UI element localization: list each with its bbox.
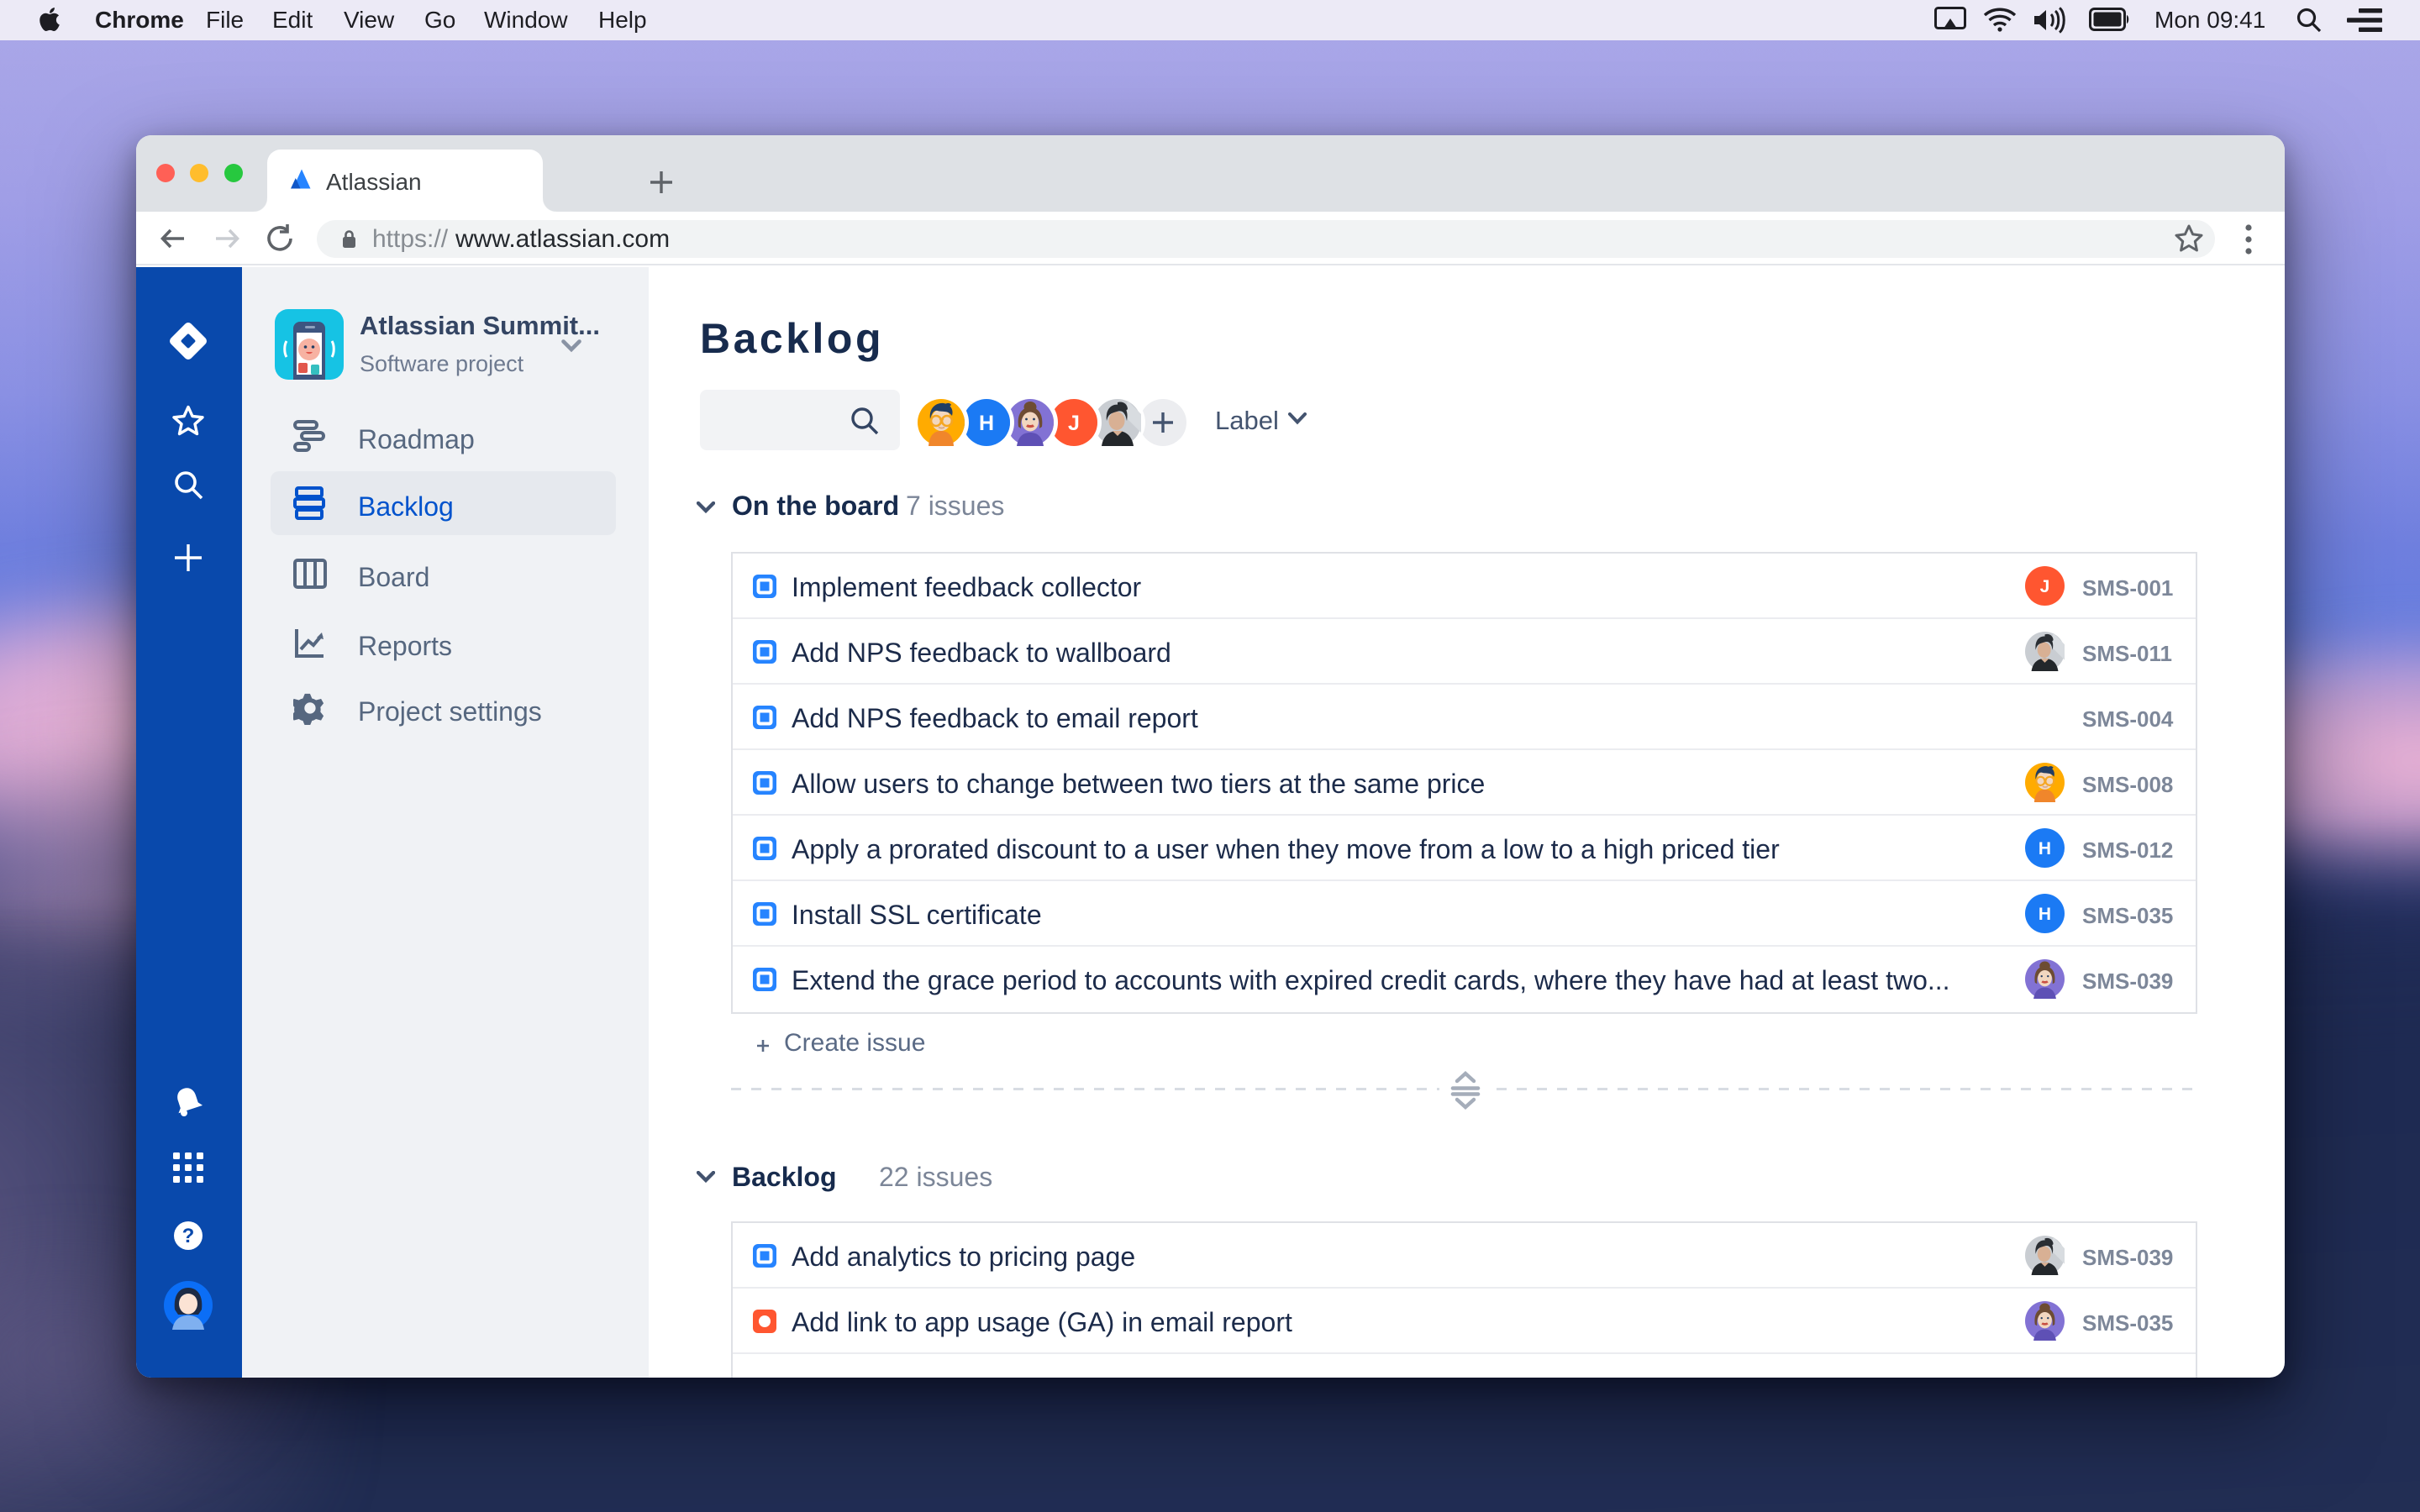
svg-text:?: ? xyxy=(182,1225,195,1247)
